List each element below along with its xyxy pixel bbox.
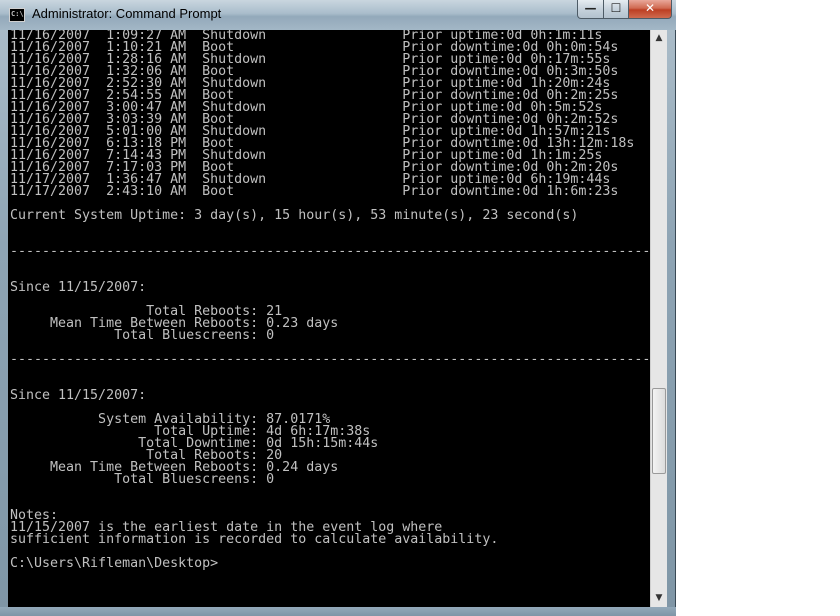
- console-line: 11/17/2007 2:43:10 AM Boot Prior downtim…: [10, 184, 619, 199]
- console-line: ----------------------------------------…: [10, 352, 650, 367]
- console-text: 11/16/2007 1:09:27 AM Shutdown Prior upt…: [8, 30, 650, 570]
- window-title: Administrator: Command Prompt: [32, 6, 222, 21]
- console-line: C:\Users\Rifleman\Desktop>: [10, 556, 219, 571]
- scroll-down-icon[interactable]: ▼: [651, 590, 667, 607]
- console-line: Total Bluescreens: 0: [10, 472, 275, 487]
- minimize-icon: —: [584, 1, 597, 15]
- window-bottom-border: [0, 607, 676, 616]
- console-line: Current System Uptime: 3 day(s), 15 hour…: [10, 208, 579, 223]
- close-icon: ✕: [644, 1, 656, 15]
- command-prompt-window: C:\ Administrator: Command Prompt — ☐ ✕ …: [0, 0, 676, 616]
- title-bar[interactable]: C:\ Administrator: Command Prompt: [0, 0, 676, 30]
- minimize-button[interactable]: —: [577, 0, 604, 19]
- maximize-icon: ☐: [610, 1, 622, 15]
- scrollbar-thumb[interactable]: [652, 388, 666, 474]
- console-line: Since 11/15/2007:: [10, 388, 147, 403]
- console-line: sufficient information is recorded to ca…: [10, 532, 499, 547]
- console-line: Since 11/15/2007:: [10, 280, 147, 295]
- vertical-scrollbar[interactable]: ▲ ▼: [650, 30, 667, 607]
- console-output[interactable]: 11/16/2007 1:09:27 AM Shutdown Prior upt…: [8, 30, 650, 607]
- close-button[interactable]: ✕: [628, 0, 672, 19]
- console-line: ----------------------------------------…: [10, 244, 650, 259]
- cmd-app-icon[interactable]: C:\: [9, 8, 25, 22]
- maximize-button[interactable]: ☐: [603, 0, 629, 19]
- console-line: Total Bluescreens: 0: [10, 328, 275, 343]
- desktop-background: [660, 0, 840, 616]
- scroll-up-icon[interactable]: ▲: [651, 30, 667, 47]
